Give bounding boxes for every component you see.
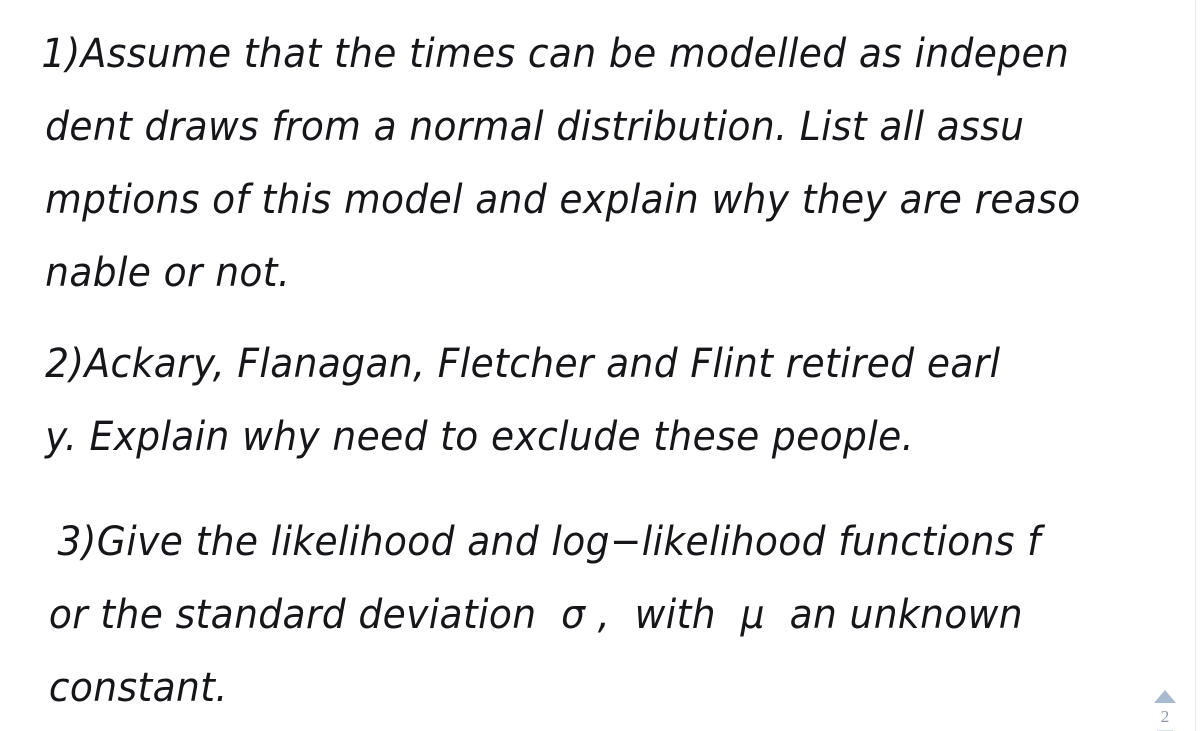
handwritten-line: constant. — [48, 665, 228, 711]
page-navigation: 2 — [1148, 690, 1182, 731]
question-3-paragraph: 3)Give the likelihood and log−likelihood… — [0, 506, 1176, 725]
question-2-paragraph: 2)Ackary, Flanagan, Fletcher and Flint r… — [0, 328, 1176, 474]
handwritten-line: dent draws from a normal distribution. L… — [45, 104, 1025, 150]
page-number-indicator[interactable]: 2 — [1148, 708, 1182, 725]
document-page: 1)Assume that the times can be modelled … — [0, 0, 1200, 731]
triangle-up-icon[interactable] — [1154, 690, 1176, 703]
question-1-paragraph: 1)Assume that the times can be modelled … — [0, 18, 1176, 310]
handwritten-line: mptions of this model and explain why th… — [45, 177, 1081, 223]
handwritten-line: y. Explain why need to exclude these peo… — [45, 414, 914, 460]
handwritten-line: 3)Give the likelihood and log−likelihood… — [45, 519, 1041, 565]
handwritten-text-body: 1)Assume that the times can be modelled … — [0, 0, 1176, 725]
page-edge-rule — [1195, 0, 1196, 731]
handwritten-line: nable or not. — [45, 250, 291, 296]
handwritten-line: or the standard deviation σ , with μ an … — [48, 592, 1024, 638]
handwritten-line: 1)Assume that the times can be modelled … — [41, 31, 1070, 77]
handwritten-line: 2)Ackary, Flanagan, Fletcher and Flint r… — [45, 341, 1001, 387]
